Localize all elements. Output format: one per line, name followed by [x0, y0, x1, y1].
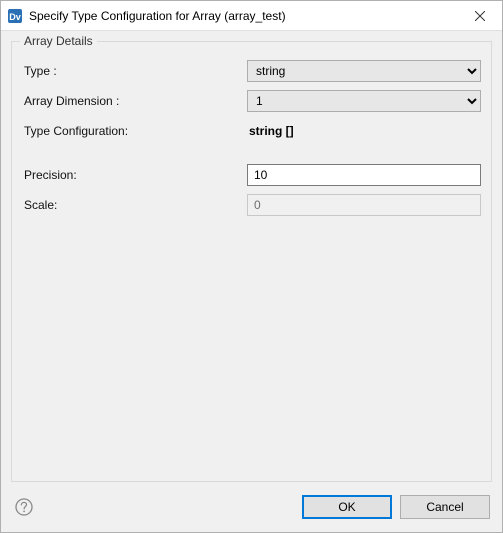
array-dimension-select[interactable]: 1 — [247, 90, 481, 112]
type-configuration-value: string [] — [247, 124, 294, 138]
array-dimension-label: Array Dimension : — [22, 94, 247, 108]
close-button[interactable] — [457, 1, 502, 30]
precision-input[interactable] — [247, 164, 481, 186]
ok-button[interactable]: OK — [302, 495, 392, 519]
button-bar: OK Cancel — [1, 482, 502, 532]
precision-label: Precision: — [22, 168, 247, 182]
content-area: Array Details Type : string Array Dimens… — [1, 31, 502, 482]
array-details-group: Array Details Type : string Array Dimens… — [11, 41, 492, 482]
scale-label: Scale: — [22, 198, 247, 212]
cancel-button[interactable]: Cancel — [400, 495, 490, 519]
window-title: Specify Type Configuration for Array (ar… — [29, 9, 457, 23]
type-select[interactable]: string — [247, 60, 481, 82]
group-title: Array Details — [20, 34, 97, 48]
help-button[interactable] — [13, 496, 35, 518]
svg-text:Dv: Dv — [9, 12, 21, 22]
title-bar: Dv Specify Type Configuration for Array … — [1, 1, 502, 31]
scale-input — [247, 194, 481, 216]
type-configuration-label: Type Configuration: — [22, 124, 247, 138]
dialog-window: Dv Specify Type Configuration for Array … — [0, 0, 503, 533]
type-label: Type : — [22, 64, 247, 78]
app-icon: Dv — [7, 8, 23, 24]
